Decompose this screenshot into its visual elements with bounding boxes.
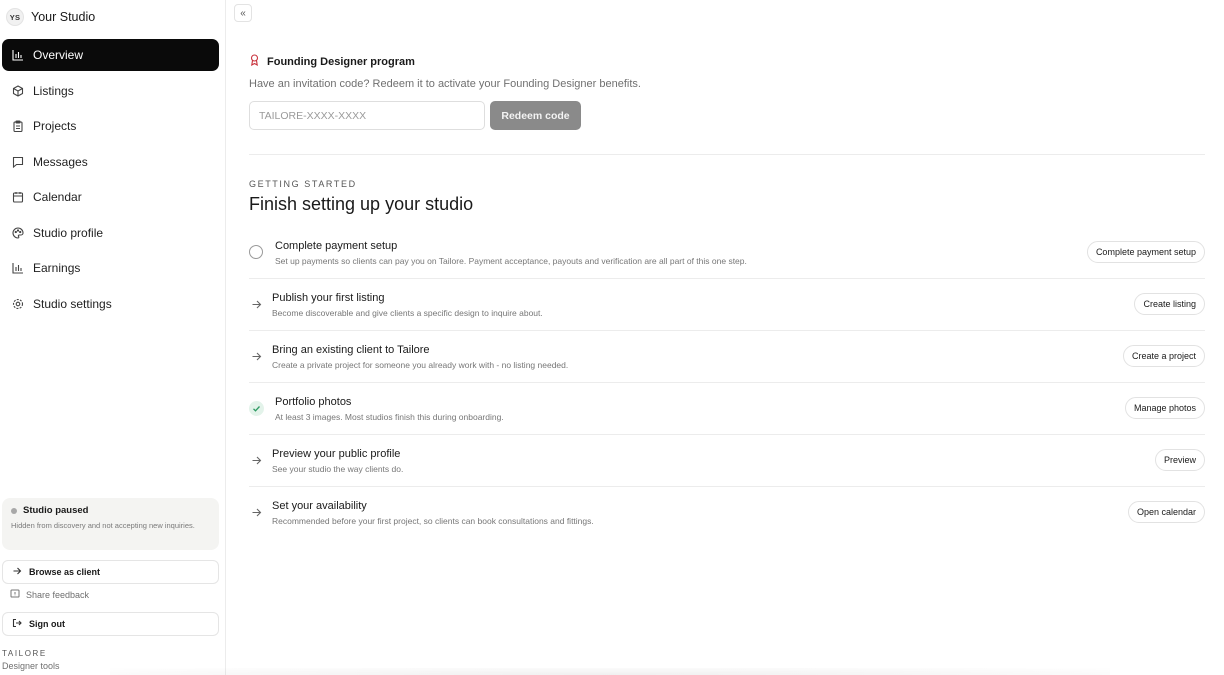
empty-circle-icon bbox=[249, 245, 263, 259]
sidebar-item-label: Listings bbox=[33, 83, 74, 98]
share-feedback-label: Share feedback bbox=[26, 590, 90, 600]
sign-out-label: Sign out bbox=[29, 619, 65, 629]
status-title-text: Studio paused bbox=[23, 505, 89, 516]
award-icon bbox=[249, 54, 260, 69]
sidebar-item-studio-profile[interactable]: Studio profile bbox=[2, 217, 219, 249]
task-preview-profile: Preview your public profile See your stu… bbox=[249, 435, 1205, 487]
task-description: Recommended before your first project, s… bbox=[272, 516, 594, 526]
check-icon bbox=[249, 401, 264, 416]
manage-photos-button[interactable]: Manage photos bbox=[1124, 397, 1205, 419]
brand-subtitle: Designer tools bbox=[2, 661, 60, 671]
collapse-sidebar-button[interactable]: « bbox=[234, 4, 252, 22]
studio-status-title: Studio paused bbox=[11, 505, 210, 516]
brand-footer: TAILORE Designer tools bbox=[2, 649, 60, 671]
clipboard-icon bbox=[12, 120, 24, 132]
sidebar-item-label: Overview bbox=[33, 48, 84, 62]
task-title: Set your availability bbox=[272, 500, 367, 512]
task-title: Bring an existing client to Tailore bbox=[272, 344, 430, 356]
chevrons-left-icon: « bbox=[240, 7, 246, 19]
browse-as-client-button[interactable]: Browse as client bbox=[2, 560, 219, 584]
page-title: Finish setting up your studio bbox=[249, 194, 474, 214]
sidebar-item-label: Studio settings bbox=[33, 296, 112, 311]
message-icon bbox=[12, 156, 24, 168]
task-publish-listing: Publish your first listing Become discov… bbox=[249, 279, 1205, 331]
arrow-right-icon bbox=[249, 297, 264, 312]
setup-task-list: Complete payment setup Set up payments s… bbox=[249, 227, 1205, 539]
sign-out-button[interactable]: Sign out bbox=[2, 612, 219, 636]
section-divider bbox=[249, 154, 1205, 155]
founding-designer-description: Have an invitation code? Redeem it to ac… bbox=[249, 78, 641, 90]
task-description: Create a private project for someone you… bbox=[272, 360, 569, 370]
task-title: Publish your first listing bbox=[272, 292, 385, 304]
arrow-right-icon bbox=[12, 566, 22, 578]
sidebar-item-label: Projects bbox=[33, 119, 77, 133]
task-description: Set up payments so clients can pay you o… bbox=[275, 256, 747, 266]
package-icon bbox=[12, 84, 24, 97]
gear-icon bbox=[12, 298, 24, 310]
sidebar-item-label: Calendar bbox=[33, 190, 82, 204]
sidebar-nav: Overview Listings Projects Messages Cale… bbox=[2, 39, 219, 323]
sign-out-icon bbox=[12, 618, 22, 630]
sidebar-item-label: Earnings bbox=[33, 261, 81, 275]
task-description: See your studio the way clients do. bbox=[272, 464, 404, 474]
bar-chart-icon bbox=[12, 49, 24, 61]
studio-name: Your Studio bbox=[31, 10, 96, 24]
sidebar-item-studio-settings[interactable]: Studio settings bbox=[2, 288, 219, 320]
bar-chart-icon bbox=[12, 262, 24, 274]
sidebar-item-messages[interactable]: Messages bbox=[2, 146, 219, 178]
sidebar-item-overview[interactable]: Overview bbox=[2, 39, 219, 71]
sidebar-item-label: Messages bbox=[33, 154, 88, 169]
task-existing-client: Bring an existing client to Tailore Crea… bbox=[249, 331, 1205, 383]
arrow-right-icon bbox=[249, 349, 264, 364]
brand-name: TAILORE bbox=[2, 649, 47, 658]
task-title: Portfolio photos bbox=[275, 396, 352, 408]
complete-payment-setup-button[interactable]: Complete payment setup bbox=[1086, 241, 1205, 263]
sidebar-item-label: Studio profile bbox=[33, 225, 104, 240]
sidebar-item-listings[interactable]: Listings bbox=[2, 75, 219, 107]
sidebar-item-earnings[interactable]: Earnings bbox=[2, 252, 219, 284]
browse-as-client-label: Browse as client bbox=[29, 567, 101, 577]
studio-status-description: Hidden from discovery and not accepting … bbox=[11, 521, 195, 530]
sidebar: YS Your Studio Overview Listings Project… bbox=[0, 0, 226, 675]
sidebar-item-projects[interactable]: Projects bbox=[2, 110, 219, 142]
task-title: Preview your public profile bbox=[272, 448, 401, 460]
feedback-icon bbox=[10, 589, 20, 601]
create-listing-button[interactable]: Create listing bbox=[1134, 293, 1205, 315]
task-title: Complete payment setup bbox=[275, 240, 398, 252]
sidebar-item-calendar[interactable]: Calendar bbox=[2, 181, 219, 213]
bottom-shadow bbox=[110, 668, 1110, 675]
create-project-button[interactable]: Create a project bbox=[1122, 345, 1205, 367]
preview-button[interactable]: Preview bbox=[1154, 449, 1205, 471]
arrow-right-icon bbox=[249, 453, 264, 468]
studio-switcher[interactable]: YS Your Studio bbox=[6, 6, 95, 28]
status-dot-icon bbox=[11, 507, 17, 514]
studio-status-card: Studio paused Hidden from discovery and … bbox=[2, 498, 219, 550]
task-set-availability: Set your availability Recommended before… bbox=[249, 487, 1205, 539]
open-calendar-button[interactable]: Open calendar bbox=[1127, 501, 1205, 523]
invitation-code-input[interactable] bbox=[249, 101, 485, 130]
task-description: Become discoverable and give clients a s… bbox=[272, 308, 543, 318]
avatar: YS bbox=[6, 8, 24, 26]
getting-started-label: GETTING STARTED bbox=[249, 179, 357, 189]
arrow-right-icon bbox=[249, 505, 264, 520]
task-description: At least 3 images. Most studios finish t… bbox=[275, 412, 504, 422]
founding-designer-title: Founding Designer program bbox=[267, 55, 415, 68]
task-payment-setup: Complete payment setup Set up payments s… bbox=[249, 227, 1205, 279]
share-feedback-link[interactable]: Share feedback bbox=[10, 589, 89, 601]
task-portfolio-photos: Portfolio photos At least 3 images. Most… bbox=[249, 383, 1205, 435]
palette-icon bbox=[12, 226, 24, 239]
calendar-icon bbox=[12, 191, 24, 203]
founding-designer-heading: Founding Designer program bbox=[249, 54, 415, 69]
redeem-code-button[interactable]: Redeem code bbox=[490, 101, 581, 130]
